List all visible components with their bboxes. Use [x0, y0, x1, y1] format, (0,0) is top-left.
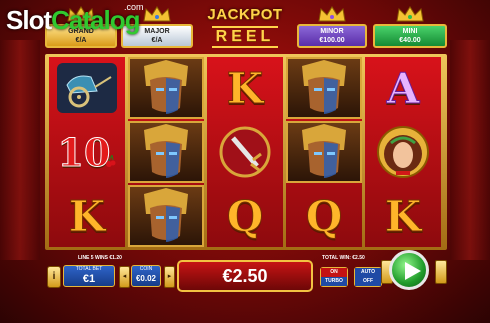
warrior-icon — [144, 60, 188, 114]
turbo-state: ON — [321, 268, 347, 277]
symbol-warrior — [286, 57, 362, 119]
symbol-sword — [207, 121, 283, 183]
symbol-warrior — [128, 121, 204, 183]
total-bet-value: €1 — [82, 273, 96, 285]
logo-line2: REEL — [211, 26, 279, 48]
reel-frame: 10 K K Q Q A K — [45, 54, 447, 250]
jackpot-mini-name: MINI — [402, 28, 418, 35]
left-pillar — [0, 40, 40, 260]
symbol-queen — [365, 121, 441, 183]
symbol-chariot — [49, 57, 125, 119]
symbol-k-text: K — [226, 63, 264, 113]
logo-line1: JACKPOT — [207, 6, 283, 23]
symbol-a-text: A — [386, 63, 420, 113]
symbol-k: K — [49, 185, 125, 247]
play-icon — [405, 262, 421, 280]
coin-panel: COIN €0.02 — [131, 265, 161, 287]
symbol-warrior — [128, 57, 204, 119]
info-button[interactable]: i — [47, 266, 61, 288]
cherry-icon — [106, 155, 116, 167]
coin-increase-button[interactable]: ▸ — [164, 266, 175, 288]
win-display: €2.50 — [177, 260, 313, 292]
turbo-toggle[interactable]: ON TURBO — [320, 267, 348, 287]
auto-label: AUTO — [355, 268, 381, 277]
symbol-k-text: K — [384, 191, 422, 241]
jackpot-mini: MINI €40.00 — [373, 24, 447, 48]
game-stage: SlotCatalog .com GRAND €/A MAJOR €/A MIN… — [0, 0, 490, 323]
line-wins-text: LINE 5 WINS €1.20 — [78, 255, 122, 261]
jackpot-grand-value: €/A — [75, 37, 87, 44]
jackpot-minor-name: MINOR — [320, 28, 344, 35]
total-bet-label: TOTAL BET — [75, 266, 103, 272]
coin-label: COIN — [139, 266, 153, 272]
auto-toggle[interactable]: AUTO OFF — [354, 267, 382, 287]
symbol-q: Q — [286, 185, 362, 247]
game-logo: JACKPOT REEL — [206, 6, 284, 50]
mini-crown-icon — [396, 6, 424, 22]
reel-5: A K — [365, 57, 441, 247]
chariot-icon — [57, 63, 117, 113]
warrior-icon — [144, 124, 188, 178]
spin-button[interactable] — [389, 250, 429, 290]
reel-1: 10 K — [49, 57, 125, 247]
turbo-label: TURBO — [321, 277, 347, 286]
reel-4: Q — [286, 57, 362, 247]
symbol-warrior — [286, 121, 362, 183]
sword-icon — [219, 126, 271, 178]
watermark: SlotCatalog .com — [6, 2, 144, 36]
queen-icon — [377, 126, 429, 178]
warrior-icon — [302, 60, 346, 114]
coin-decrease-button[interactable]: ◂ — [119, 266, 130, 288]
warrior-icon — [302, 124, 346, 178]
jackpot-major-value: €/A — [151, 37, 163, 44]
jackpot-mini-value: €40.00 — [399, 37, 421, 44]
auto-state: OFF — [355, 277, 381, 286]
symbol-a: A — [365, 57, 441, 119]
symbol-warrior — [128, 185, 204, 247]
watermark-slot: Slot — [6, 5, 52, 35]
jackpot-minor-value: €100.00 — [319, 37, 345, 44]
symbol-k: K — [365, 185, 441, 247]
total-win-text: TOTAL WIN: €2.50 — [322, 255, 365, 261]
symbol-k-text: K — [68, 191, 106, 241]
reel-2 — [128, 57, 204, 247]
spin-right-edge — [435, 260, 447, 284]
symbol-ten: 10 — [49, 121, 125, 183]
symbol-ten-text: 10 — [57, 129, 111, 175]
jackpot-minor: MINOR €100.00 — [297, 24, 367, 48]
coin-value: €0.02 — [135, 274, 157, 283]
right-pillar — [450, 40, 490, 260]
watermark-suffix: .com — [124, 2, 144, 12]
minor-crown-icon — [318, 6, 346, 22]
symbol-q-text: Q — [226, 191, 264, 241]
total-bet-panel: TOTAL BET €1 — [63, 265, 115, 287]
symbol-q: Q — [207, 185, 283, 247]
symbol-k: K — [207, 57, 283, 119]
symbol-q-text: Q — [305, 191, 343, 241]
reel-3: K Q — [207, 57, 283, 247]
major-crown-icon — [143, 6, 171, 22]
warrior-icon — [144, 188, 188, 242]
